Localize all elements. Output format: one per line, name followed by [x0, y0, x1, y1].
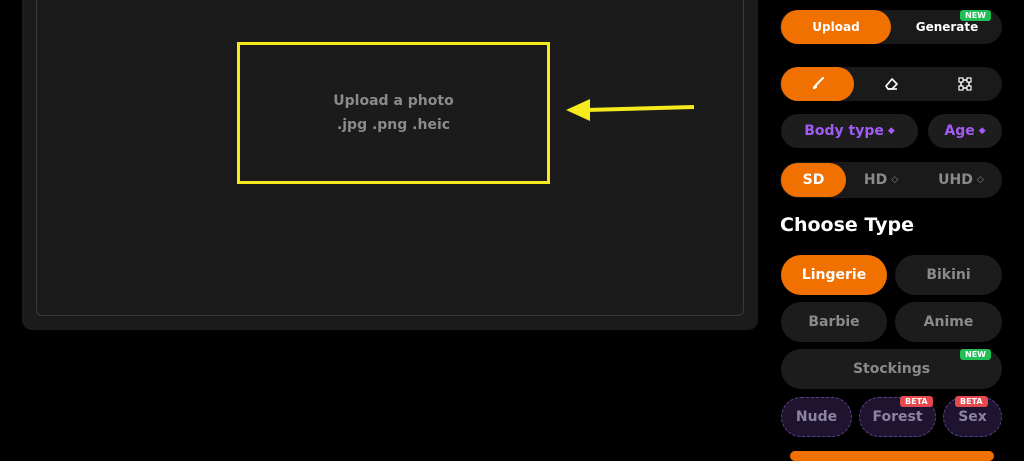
upload-dropzone[interactable]: Upload a photo .jpg .png .heic [237, 42, 550, 184]
type-anime[interactable]: Anime [895, 302, 1002, 342]
image-canvas: Upload a photo .jpg .png .heic [36, 0, 744, 316]
action-button[interactable] [790, 451, 994, 461]
arrow-icon [566, 99, 695, 121]
type-nude-label: Nude [795, 409, 838, 425]
brush-button[interactable] [781, 67, 854, 101]
quality-hd[interactable]: HD ◇ [846, 163, 916, 197]
eraser-icon [884, 78, 898, 90]
section-title: Choose Type [780, 214, 914, 236]
type-barbie-label: Barbie [808, 314, 860, 330]
new-badge: NEW [960, 10, 991, 21]
tab-generate-label: Generate [915, 20, 979, 34]
select-button[interactable] [928, 67, 1002, 101]
beta-badge: BETA [955, 396, 988, 407]
type-nude[interactable]: Nude [781, 397, 852, 437]
upload-prompt: Upload a photo [333, 93, 454, 109]
type-sex-label: Sex [958, 409, 987, 425]
type-bikini-label: Bikini [926, 267, 971, 283]
quality-sd[interactable]: SD [781, 163, 846, 197]
type-lingerie[interactable]: Lingerie [781, 255, 887, 295]
quality-sd-label: SD [802, 172, 825, 188]
tab-upload[interactable]: Upload [781, 10, 891, 44]
eraser-button[interactable] [854, 67, 928, 101]
diamond-icon: ◇ [976, 175, 984, 185]
diamond-icon: ◆ [887, 126, 895, 136]
body-type-label: Body type [804, 123, 884, 139]
tab-upload-label: Upload [812, 20, 860, 34]
quality-uhd-label: UHD [938, 172, 973, 188]
age-label: Age [944, 123, 975, 139]
type-anime-label: Anime [923, 314, 974, 330]
age-button[interactable]: Age ◆ [928, 114, 1002, 148]
type-forest-label: Forest [872, 409, 923, 425]
quality-uhd[interactable]: UHD ◇ [920, 163, 1002, 197]
type-stockings-label: Stockings [852, 361, 931, 377]
beta-badge: BETA [900, 396, 933, 407]
diamond-icon: ◆ [978, 126, 986, 136]
body-type-button[interactable]: Body type ◆ [781, 114, 918, 148]
upload-formats: .jpg .png .heic [336, 117, 451, 133]
quality-hd-label: HD [863, 172, 888, 188]
type-bikini[interactable]: Bikini [895, 255, 1002, 295]
canvas-panel: Upload a photo .jpg .png .heic [22, 0, 758, 330]
type-barbie[interactable]: Barbie [781, 302, 887, 342]
diamond-icon: ◇ [891, 175, 899, 185]
select-icon [958, 77, 972, 91]
sidebar: Upload Generate NEW Body type ◆ Age ◆ SD… [780, 0, 1002, 461]
type-lingerie-label: Lingerie [801, 267, 867, 283]
new-badge: NEW [960, 349, 991, 360]
brush-icon [812, 77, 824, 89]
